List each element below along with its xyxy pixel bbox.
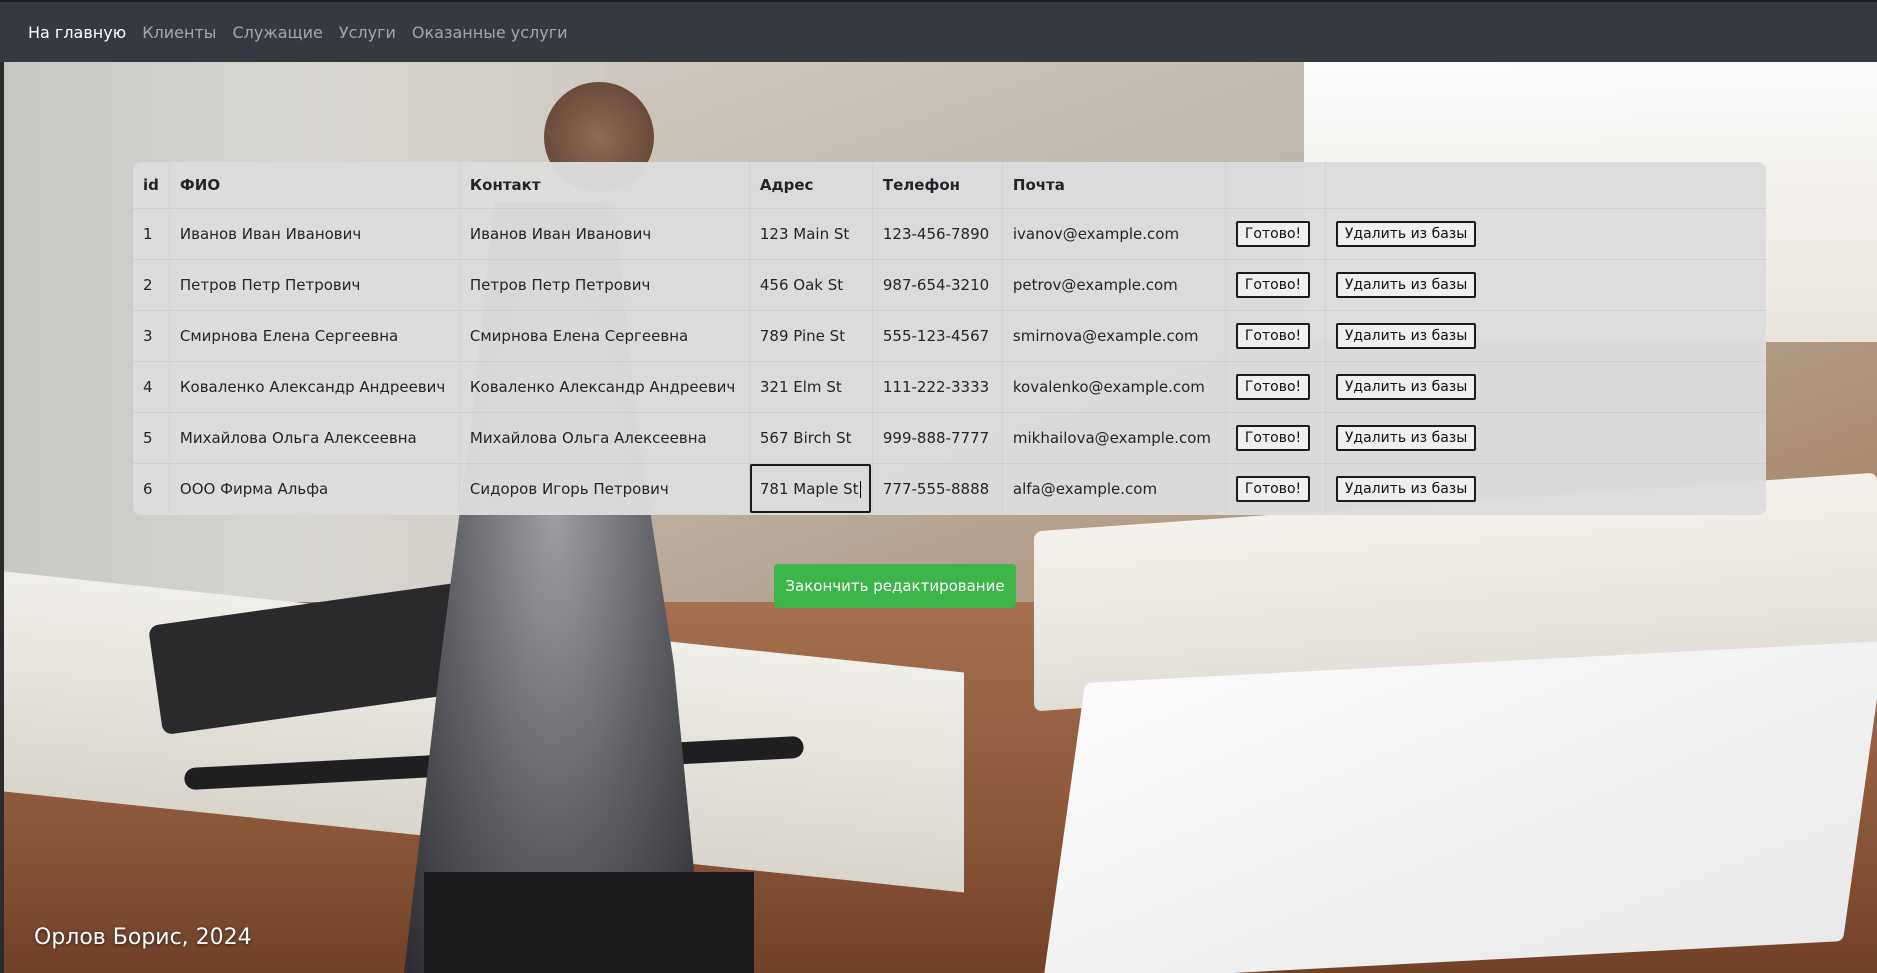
cell-ready: Готово!	[1224, 361, 1326, 413]
cell-fio[interactable]: Коваленко Александр Андреевич	[168, 361, 460, 413]
table-row: 6 ООО Фирма Альфа Сидоров Игорь Петрович…	[133, 463, 1766, 514]
cell-address[interactable]: 123 Main St	[748, 208, 873, 260]
statue-base-shape	[424, 872, 754, 973]
ready-button[interactable]: Готово!	[1235, 220, 1311, 247]
nav-rendered-services[interactable]: Оказанные услуги	[412, 23, 568, 42]
delete-button[interactable]: Удалить из базы	[1335, 475, 1477, 502]
cell-delete: Удалить из базы	[1324, 208, 1766, 260]
cell-fio[interactable]: Иванов Иван Иванович	[168, 208, 460, 260]
cell-phone[interactable]: 123-456-7890	[871, 208, 1003, 260]
cell-id: 4	[133, 361, 170, 413]
finish-editing-button[interactable]: Закончить редактирование	[774, 564, 1016, 608]
delete-button[interactable]: Удалить из базы	[1335, 220, 1477, 247]
ready-button[interactable]: Готово!	[1235, 475, 1311, 502]
cell-ready: Готово!	[1224, 412, 1326, 464]
paper-sheet-shape	[1042, 641, 1877, 973]
cell-delete: Удалить из базы	[1324, 361, 1766, 413]
table-row: 3 Смирнова Елена Сергеевна Смирнова Елен…	[133, 310, 1766, 362]
cell-delete: Удалить из базы	[1324, 310, 1766, 362]
cell-email[interactable]: smirnova@example.com	[1001, 310, 1226, 362]
text-caret	[859, 480, 861, 498]
cell-delete: Удалить из базы	[1324, 412, 1766, 464]
table-header-row: id ФИО Контакт Адрес Телефон Почта	[133, 162, 1766, 209]
cell-delete: Удалить из базы	[1324, 259, 1766, 311]
ready-button[interactable]: Готово!	[1235, 373, 1311, 400]
cell-ready: Готово!	[1224, 208, 1326, 260]
header-id: id	[133, 162, 170, 209]
cell-phone[interactable]: 987-654-3210	[871, 259, 1003, 311]
cell-id: 6	[143, 479, 153, 498]
cell-contact[interactable]: Михайлова Ольга Алексеевна	[458, 412, 750, 464]
cell-address[interactable]: 567 Birch St	[748, 412, 873, 464]
nav-services[interactable]: Услуги	[339, 23, 396, 42]
ready-button[interactable]: Готово!	[1235, 424, 1311, 451]
cell-fio[interactable]: Смирнова Елена Сергеевна	[168, 310, 460, 362]
header-contact: Контакт	[458, 162, 750, 209]
cell-contact[interactable]: Смирнова Елена Сергеевна	[458, 310, 750, 362]
cell-contact[interactable]: Петров Петр Петрович	[458, 259, 750, 311]
cell-address[interactable]: 456 Oak St	[748, 259, 873, 311]
table-row: 1 Иванов Иван Иванович Иванов Иван Ивано…	[133, 208, 1766, 260]
ready-button[interactable]: Готово!	[1235, 271, 1311, 298]
cell-ready: Готово!	[1224, 310, 1326, 362]
nav-clients[interactable]: Клиенты	[142, 23, 216, 42]
nav-home[interactable]: На главную	[28, 23, 126, 42]
table-row: 5 Михайлова Ольга Алексеевна Михайлова О…	[133, 412, 1766, 464]
address-edit-text: 781 Maple St	[759, 479, 859, 498]
delete-button[interactable]: Удалить из базы	[1335, 322, 1477, 349]
cell-address-editing[interactable]: 781 Maple St	[748, 463, 873, 514]
cell-fio[interactable]: ООО Фирма Альфа	[168, 463, 460, 514]
cell-phone[interactable]: 111-222-3333	[871, 361, 1003, 413]
cell-ready: Готово!	[1224, 259, 1326, 311]
header-ready	[1224, 162, 1326, 209]
cell-id: 5	[133, 412, 170, 464]
header-phone: Телефон	[871, 162, 1003, 209]
cell-email[interactable]: alfa@example.com	[1001, 463, 1226, 514]
ready-button[interactable]: Готово!	[1235, 322, 1311, 349]
cell-phone[interactable]: 777-555-8888	[871, 463, 1003, 514]
cell-fio[interactable]: Петров Петр Петрович	[168, 259, 460, 311]
cell-contact[interactable]: Иванов Иван Иванович	[458, 208, 750, 260]
cell-delete: Удалить из базы	[1324, 463, 1766, 514]
header-fio: ФИО	[168, 162, 460, 209]
cell-fio[interactable]: Михайлова Ольга Алексеевна	[168, 412, 460, 464]
delete-button[interactable]: Удалить из базы	[1335, 424, 1477, 451]
cell-id: 2	[133, 259, 170, 311]
clients-table: id ФИО Контакт Адрес Телефон Почта 1 Ива…	[133, 162, 1766, 514]
cell-email[interactable]: mikhailova@example.com	[1001, 412, 1226, 464]
header-email: Почта	[1001, 162, 1226, 209]
cell-id: 1	[133, 208, 170, 260]
table-row: 4 Коваленко Александр Андреевич Коваленк…	[133, 361, 1766, 413]
header-delete	[1324, 162, 1766, 209]
cell-address[interactable]: 321 Elm St	[748, 361, 873, 413]
delete-button[interactable]: Удалить из базы	[1335, 271, 1477, 298]
cell-ready: Готово!	[1224, 463, 1326, 514]
header-address: Адрес	[748, 162, 873, 209]
nav-employees[interactable]: Служащие	[232, 23, 322, 42]
cell-address[interactable]: 789 Pine St	[748, 310, 873, 362]
cell-contact[interactable]: Сидоров Игорь Петрович	[458, 463, 750, 514]
table-row: 2 Петров Петр Петрович Петров Петр Петро…	[133, 259, 1766, 311]
delete-button[interactable]: Удалить из базы	[1335, 373, 1477, 400]
cell-phone[interactable]: 999-888-7777	[871, 412, 1003, 464]
cell-phone[interactable]: 555-123-4567	[871, 310, 1003, 362]
cell-email[interactable]: kovalenko@example.com	[1001, 361, 1226, 413]
cell-email[interactable]: petrov@example.com	[1001, 259, 1226, 311]
footer-credit: Орлов Борис, 2024	[34, 925, 252, 950]
cell-email[interactable]: ivanov@example.com	[1001, 208, 1226, 260]
cell-contact[interactable]: Коваленко Александр Андреевич	[458, 361, 750, 413]
clients-table-card: id ФИО Контакт Адрес Телефон Почта 1 Ива…	[133, 162, 1766, 515]
cell-id: 3	[133, 310, 170, 362]
top-navbar: На главную Клиенты Служащие Услуги Оказа…	[0, 0, 1877, 62]
